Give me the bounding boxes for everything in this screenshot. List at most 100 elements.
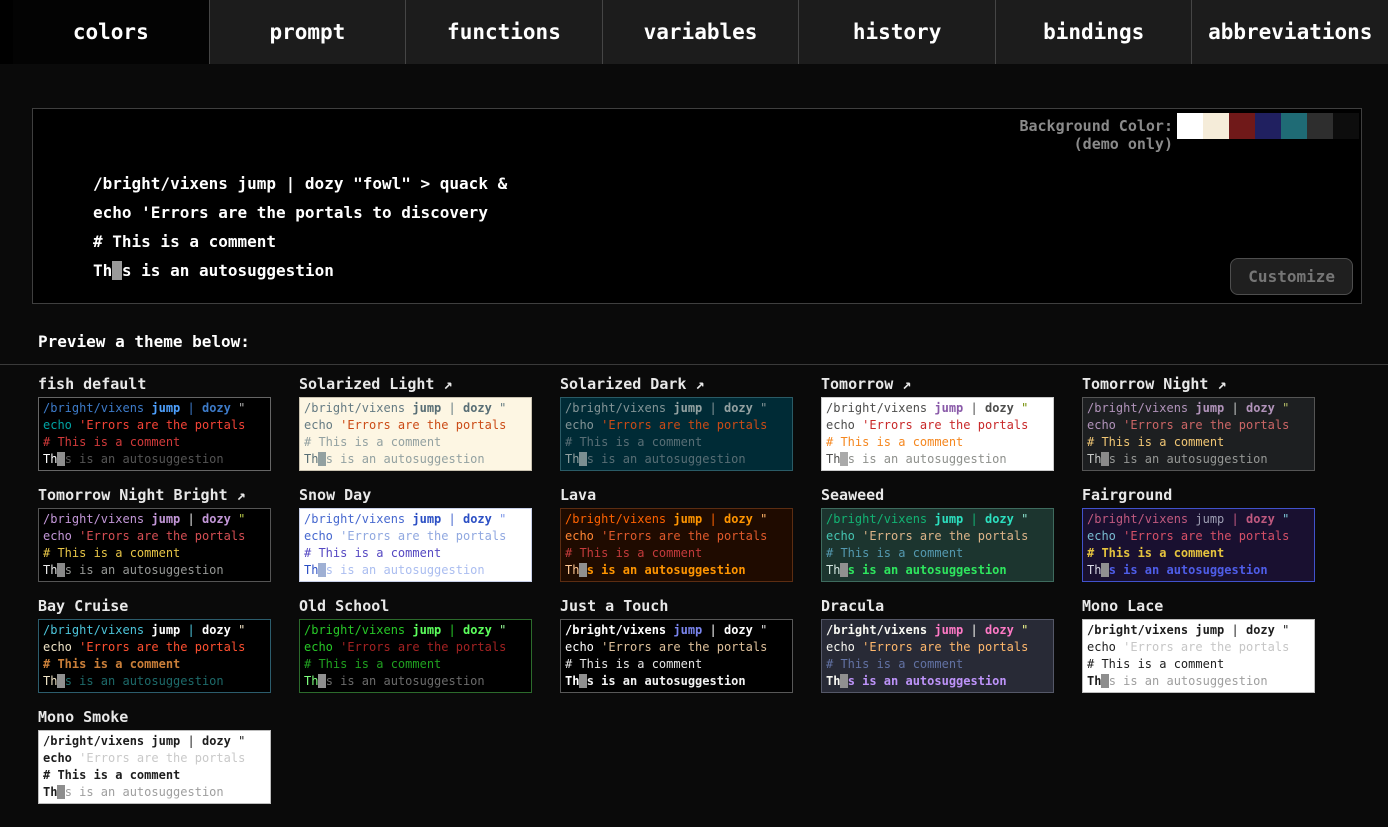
tab-prompt[interactable]: prompt <box>209 0 406 64</box>
token-echo: echo <box>565 640 601 654</box>
theme-preview-bay-cruise[interactable]: /bright/vixens jump | dozy "echo 'Errors… <box>38 619 271 693</box>
theme-sample-line: # This is a comment <box>1087 656 1310 673</box>
theme-preview-seaweed[interactable]: /bright/vixens jump | dozy "echo 'Errors… <box>821 508 1054 582</box>
theme-sample-line: /bright/vixens jump | dozy " <box>304 622 527 639</box>
theme-card-fish-default: fish default/bright/vixens jump | dozy "… <box>38 375 271 471</box>
token-error: 'Errors are the portals <box>340 640 506 654</box>
token-path: /bright/vixens <box>826 512 934 526</box>
cursor-block: i <box>1101 452 1108 466</box>
theme-name-text: Lava <box>560 486 596 504</box>
theme-card-solarized-light: Solarized Light ↗ /bright/vixens jump | d… <box>299 375 532 471</box>
token-path: /bright/vixens <box>1087 623 1195 637</box>
theme-preview-tomorrow-night-bright[interactable]: /bright/vixens jump | dozy "echo 'Errors… <box>38 508 271 582</box>
terminal-text: /bright/vixens jump | dozy "fowl" > quac… <box>93 169 1361 285</box>
background-color-swatch[interactable] <box>1281 113 1307 139</box>
token-jump: jump <box>412 512 441 526</box>
theme-name: fish default <box>38 375 271 395</box>
theme-sample-line: # This is a comment <box>565 545 788 562</box>
token-autosuggest: s is an autosuggestion <box>326 674 485 688</box>
theme-name: Tomorrow Night ↗ <box>1082 375 1315 395</box>
token-jump: jump <box>673 512 702 526</box>
theme-preview-dracula[interactable]: /bright/vixens jump | dozy "echo 'Errors… <box>821 619 1054 693</box>
theme-sample-line: This is an autosuggestion <box>304 562 527 579</box>
token-pipe: | <box>441 401 463 415</box>
cursor-block: i <box>57 452 64 466</box>
token-quote: " <box>753 623 767 637</box>
terminal-line: This is an autosuggestion <box>93 256 1361 285</box>
token-error: 'Errors are the portals <box>340 418 506 432</box>
token-comment: # This is a comment <box>1087 546 1224 560</box>
theme-preview-fish-default[interactable]: /bright/vixens jump | dozy "echo 'Errors… <box>38 397 271 471</box>
theme-preview-old-school[interactable]: /bright/vixens jump | dozy "echo 'Errors… <box>299 619 532 693</box>
token-comment: # This is a comment <box>565 435 702 449</box>
theme-preview-solarized-light[interactable]: /bright/vixens jump | dozy "echo 'Errors… <box>299 397 532 471</box>
tab-variables[interactable]: variables <box>602 0 799 64</box>
theme-preview-mono-lace[interactable]: /bright/vixens jump | dozy "echo 'Errors… <box>1082 619 1315 693</box>
tab-functions[interactable]: functions <box>405 0 602 64</box>
theme-name-text: Solarized Light <box>299 375 434 393</box>
background-color-swatch[interactable] <box>1177 113 1203 139</box>
external-link-icon[interactable]: ↗ <box>1208 375 1226 393</box>
theme-preview-snow-day[interactable]: /bright/vixens jump | dozy "echo 'Errors… <box>299 508 532 582</box>
token-dozy: dozy <box>724 512 753 526</box>
theme-preview-solarized-dark[interactable]: /bright/vixens jump | dozy "echo 'Errors… <box>560 397 793 471</box>
token-pipe: | <box>180 401 202 415</box>
theme-sample-line: /bright/vixens jump | dozy " <box>43 622 266 639</box>
theme-preview-fairground[interactable]: /bright/vixens jump | dozy "echo 'Errors… <box>1082 508 1315 582</box>
theme-name: Old School <box>299 597 532 617</box>
background-color-swatch[interactable] <box>1203 113 1229 139</box>
theme-preview-lava[interactable]: /bright/vixens jump | dozy "echo 'Errors… <box>560 508 793 582</box>
external-link-icon[interactable]: ↗ <box>434 375 452 393</box>
tab-colors[interactable]: colors <box>13 0 209 64</box>
theme-card-mono-smoke: Mono Smoke/bright/vixens jump | dozy "ec… <box>38 708 271 804</box>
theme-sample-line: /bright/vixens jump | dozy " <box>565 400 788 417</box>
token-autosuggest: s is an autosuggestion <box>848 452 1007 466</box>
token-dozy: dozy <box>724 401 753 415</box>
external-link-icon[interactable]: ↗ <box>686 375 704 393</box>
cursor-block: i <box>318 563 325 577</box>
theme-sample-line: This is an autosuggestion <box>565 673 788 690</box>
customize-button[interactable]: Customize <box>1230 258 1353 295</box>
token-error: 'Errors are the portals <box>1123 418 1289 432</box>
theme-sample-line: /bright/vixens jump | dozy " <box>826 622 1049 639</box>
tab-abbreviations[interactable]: abbreviations <box>1191 0 1388 64</box>
theme-card-old-school: Old School/bright/vixens jump | dozy "ec… <box>299 597 532 693</box>
theme-preview-just-a-touch[interactable]: /bright/vixens jump | dozy "echo 'Errors… <box>560 619 793 693</box>
background-color-swatch[interactable] <box>1229 113 1255 139</box>
token-pipe: | <box>702 623 724 637</box>
typed-text: Th <box>93 261 112 280</box>
theme-preview-tomorrow[interactable]: /bright/vixens jump | dozy "echo 'Errors… <box>821 397 1054 471</box>
themes-heading: Preview a theme below: <box>38 332 1388 351</box>
swatch-row <box>1177 113 1359 139</box>
theme-sample-line: /bright/vixens jump | dozy " <box>1087 622 1310 639</box>
token-error: 'Errors are the portals <box>79 529 245 543</box>
background-color-swatch[interactable] <box>1255 113 1281 139</box>
theme-card-snow-day: Snow Day/bright/vixens jump | dozy "echo… <box>299 486 532 582</box>
theme-sample-line: # This is a comment <box>826 545 1049 562</box>
token-jump: jump <box>412 623 441 637</box>
background-color-swatch[interactable] <box>1333 113 1359 139</box>
theme-preview-tomorrow-night[interactable]: /bright/vixens jump | dozy "echo 'Errors… <box>1082 397 1315 471</box>
theme-preview-mono-smoke[interactable]: /bright/vixens jump | dozy "echo 'Errors… <box>38 730 271 804</box>
terminal-line: # This is a comment <box>93 227 1361 256</box>
token-autosuggest: s is an autosuggestion <box>65 785 224 799</box>
background-color-swatch[interactable] <box>1307 113 1333 139</box>
token-pipe: | <box>963 401 985 415</box>
external-link-icon[interactable]: ↗ <box>893 375 911 393</box>
tab-bindings[interactable]: bindings <box>995 0 1192 64</box>
token-pipe: | <box>1224 401 1246 415</box>
token-dozy: dozy <box>1246 512 1275 526</box>
cursor-block: i <box>57 563 64 577</box>
theme-sample-line: # This is a comment <box>826 434 1049 451</box>
token-path: /bright/vixens <box>304 623 412 637</box>
token-quote: " <box>1275 512 1289 526</box>
token-path: /bright/vixens <box>304 401 412 415</box>
cursor-block: i <box>840 563 847 577</box>
external-link-icon[interactable]: ↗ <box>228 486 246 504</box>
tab-history[interactable]: history <box>798 0 995 64</box>
token-jump: jump <box>934 401 963 415</box>
theme-sample-line: /bright/vixens jump | dozy " <box>826 511 1049 528</box>
token-error: 'Errors are the portals <box>79 418 245 432</box>
theme-sample-line: /bright/vixens jump | dozy " <box>1087 511 1310 528</box>
token-typed: Th <box>43 563 57 577</box>
